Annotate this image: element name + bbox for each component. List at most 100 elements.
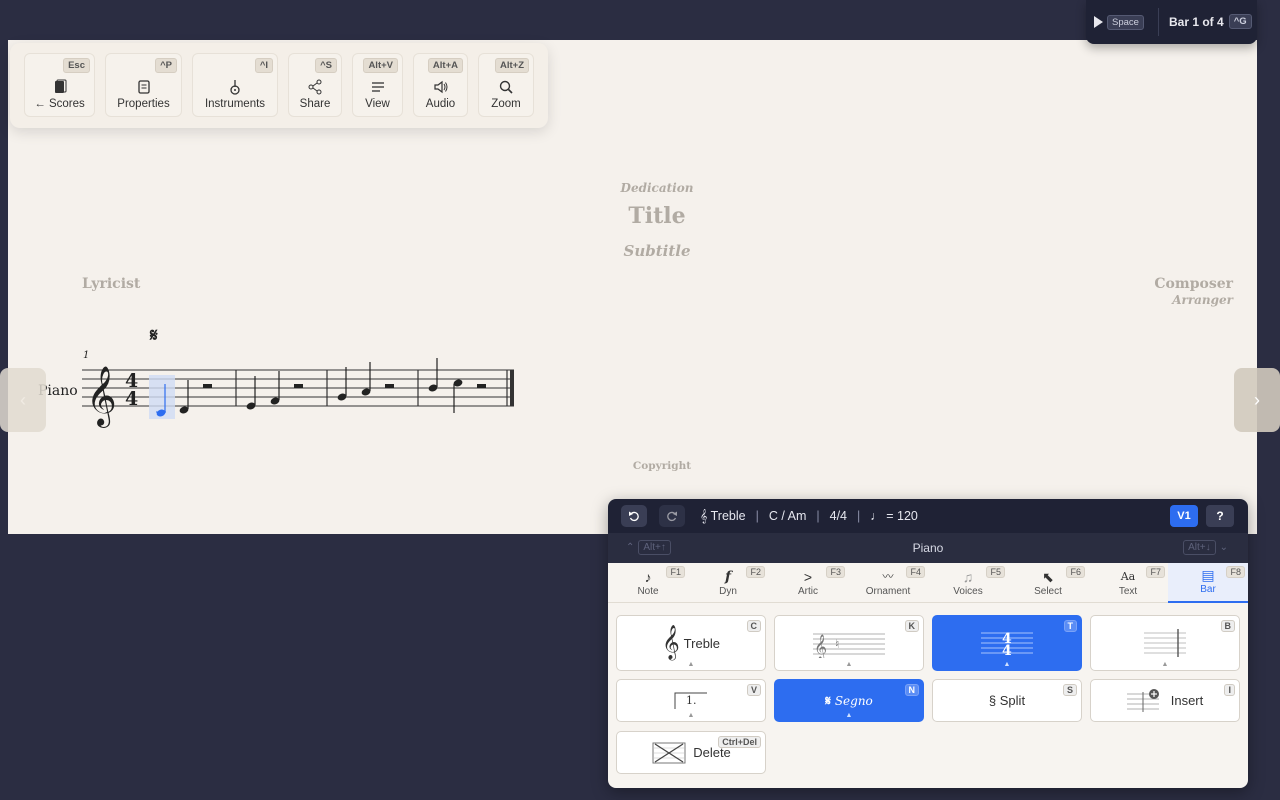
- undo-button[interactable]: [621, 505, 647, 527]
- zoom-icon: [499, 80, 513, 94]
- shortcut-badge: F7: [1146, 566, 1165, 578]
- time-signature-icon: 4 4: [981, 631, 1033, 659]
- treble-clef-icon: 𝄞: [86, 366, 117, 428]
- bar-position: Bar 1 of 4: [1169, 14, 1224, 29]
- next-page-button[interactable]: ›: [1234, 368, 1280, 432]
- clef-label: Treble: [683, 635, 721, 651]
- shortcut-badge: Esc: [63, 58, 90, 73]
- chevron-down-icon: ⌄: [1219, 542, 1228, 553]
- zoom-button[interactable]: Alt+Z Zoom: [478, 53, 534, 117]
- segno-button[interactable]: N 𝄋 Segno ▲: [774, 679, 924, 722]
- tab-note[interactable]: F1 ♪ Note: [608, 563, 688, 603]
- cursor-icon: ⬉: [1042, 569, 1054, 585]
- divider: |: [755, 509, 759, 523]
- shortcut-badge: T: [1063, 620, 1077, 632]
- bar-2[interactable]: [246, 371, 303, 411]
- tab-label: Note: [637, 586, 659, 597]
- dropdown-caret-icon: ▲: [1003, 661, 1011, 668]
- tab-dyn[interactable]: F2 f Dyn: [688, 563, 768, 603]
- delete-bar-button[interactable]: Ctrl+Del Delete: [616, 731, 766, 774]
- dynamics-icon: f: [724, 569, 732, 585]
- segno-icon[interactable]: 𝄋: [149, 325, 158, 346]
- svg-text:♮: ♮: [835, 637, 839, 651]
- next-instrument-button[interactable]: Alt+↓ ⌄: [1183, 540, 1228, 555]
- shortcut-badge: F4: [906, 566, 925, 578]
- segno-label: Segno: [834, 693, 873, 708]
- divider: [1158, 8, 1159, 36]
- dropdown-caret-icon: ▲: [1161, 661, 1169, 668]
- voice-button[interactable]: V1: [1170, 505, 1198, 527]
- score-status: 𝄞 Treble | C / Am | 4/4 | ♩ = 120: [700, 509, 918, 524]
- time-signature-button[interactable]: T 4 4 ▲: [932, 615, 1082, 671]
- shortcut-badge: Space: [1107, 14, 1144, 30]
- instruments-button[interactable]: ^I Instruments: [192, 53, 278, 117]
- bar-icon: ▤: [1201, 567, 1215, 583]
- status-key[interactable]: C / Am: [769, 509, 807, 524]
- zoom-label: Zoom: [491, 98, 521, 110]
- instruments-icon: [230, 80, 240, 95]
- chevron-right-icon: ›: [1254, 389, 1260, 410]
- tab-label: Select: [1034, 586, 1062, 597]
- tab-artic[interactable]: F3 > Artic: [768, 563, 848, 603]
- tab-voices[interactable]: F5 ♫ Voices: [928, 563, 1008, 603]
- time-signature: 4 4: [125, 370, 138, 410]
- insert-bar-button[interactable]: I Insert: [1090, 679, 1240, 722]
- clef-button[interactable]: C 𝄞 Treble ▲: [616, 615, 766, 671]
- tab-label: Ornament: [865, 586, 911, 597]
- shortcut-badge: ^S: [315, 58, 337, 73]
- half-rest: [203, 384, 212, 388]
- shortcut-badge: ^G: [1228, 14, 1252, 29]
- tab-select[interactable]: F6 ⬉ Select: [1008, 563, 1088, 603]
- shortcut-badge: I: [1224, 684, 1235, 696]
- scores-button[interactable]: Esc ← Scores: [24, 53, 95, 117]
- audio-button[interactable]: Alt+A Audio: [413, 53, 468, 117]
- scores-label: ← Scores: [34, 98, 85, 110]
- key-signature-button[interactable]: K 𝄞 ♮ ▲: [774, 615, 924, 671]
- bar-4[interactable]: [428, 358, 486, 413]
- main-toolbar: Esc ← Scores ^P Properties ^I Instrument…: [10, 43, 548, 128]
- tab-ornament[interactable]: F4 〰 Ornament: [848, 563, 928, 603]
- divider: |: [857, 509, 861, 523]
- tab-text[interactable]: F7 Aa Text: [1088, 563, 1168, 603]
- view-icon: [371, 82, 384, 92]
- play-button[interactable]: Space: [1094, 12, 1144, 32]
- tab-label: Text: [1118, 586, 1138, 597]
- shortcut-badge: C: [746, 620, 761, 632]
- treble-clef-icon: 𝄞: [661, 626, 680, 659]
- shortcut-badge: F6: [1066, 566, 1085, 578]
- help-button[interactable]: ?: [1206, 505, 1234, 527]
- status-clef[interactable]: 𝄞 Treble: [700, 509, 746, 524]
- voices-icon: ♫: [962, 569, 974, 585]
- barline-icon: [1144, 629, 1186, 657]
- barline-button[interactable]: B ▲: [1090, 615, 1240, 671]
- status-time[interactable]: 4/4: [830, 509, 847, 524]
- bar-3[interactable]: [337, 362, 394, 402]
- playback-panel: Space Bar 1 of 4 ^G: [1086, 0, 1257, 44]
- redo-icon: [667, 511, 677, 522]
- shortcut-badge: K: [904, 620, 919, 632]
- svg-text:4: 4: [125, 388, 138, 410]
- play-icon: [1094, 16, 1103, 28]
- view-button[interactable]: Alt+V View: [352, 53, 403, 117]
- previous-page-button[interactable]: ‹: [0, 368, 46, 432]
- split-button[interactable]: S § Split: [932, 679, 1082, 722]
- dropdown-caret-icon: ▲: [845, 712, 853, 719]
- properties-button[interactable]: ^P Properties: [105, 53, 182, 117]
- instruments-label: Instruments: [204, 98, 266, 110]
- undo-icon: [629, 511, 639, 522]
- status-tempo[interactable]: ♩ = 120: [870, 509, 918, 524]
- volta-button[interactable]: V 1. ▲: [616, 679, 766, 722]
- tab-label: Dyn: [719, 586, 737, 597]
- share-button[interactable]: ^S Share: [288, 53, 342, 117]
- dropdown-caret-icon: ▲: [845, 661, 853, 668]
- accent-icon: >: [803, 569, 813, 585]
- view-label: View: [365, 98, 390, 110]
- current-instrument: Piano: [912, 541, 944, 555]
- redo-button[interactable]: [659, 505, 685, 527]
- tab-bar[interactable]: F8 ▤ Bar: [1168, 563, 1248, 603]
- palette-status-bar: 𝄞 Treble | C / Am | 4/4 | ♩ = 120 V1 ?: [608, 499, 1248, 533]
- shortcut-badge: F2: [746, 566, 765, 578]
- bar-navigator[interactable]: Bar 1 of 4 ^G: [1169, 14, 1252, 29]
- text-icon: Aa: [1120, 570, 1136, 583]
- bar-number: 1: [83, 350, 89, 361]
